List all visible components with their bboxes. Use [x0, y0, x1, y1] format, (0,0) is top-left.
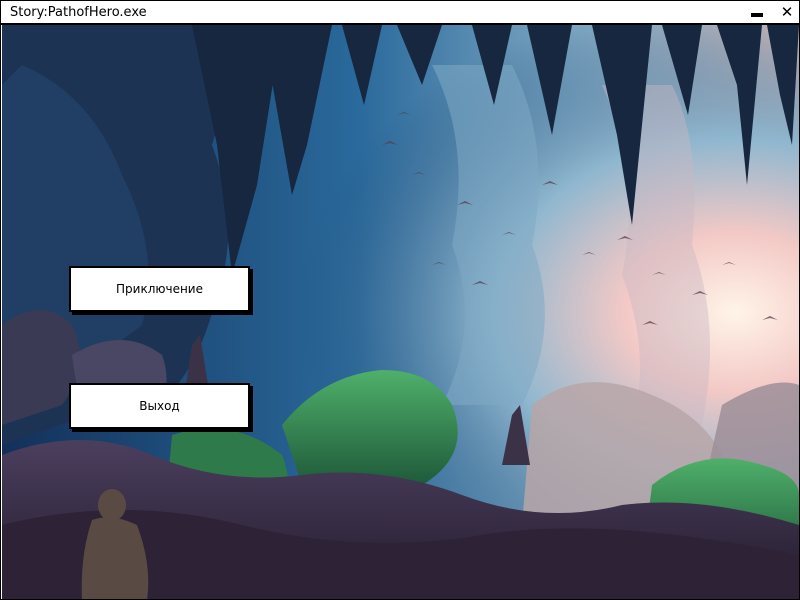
cave-illustration: [2, 25, 799, 599]
adventure-button[interactable]: Приключение: [69, 266, 250, 312]
cave-background: Приключение Выход: [2, 25, 799, 599]
window-title: Story:PathofHero.exe: [10, 5, 147, 20]
close-icon: ✕: [780, 2, 794, 21]
title-bar[interactable]: Story:PathofHero.exe ✕: [1, 1, 799, 25]
minimize-icon: [751, 13, 763, 17]
close-button[interactable]: ✕: [777, 3, 797, 21]
minimize-button[interactable]: [747, 3, 767, 21]
game-window: Story:PathofHero.exe ✕ Приключение Выход: [0, 0, 800, 600]
exit-button[interactable]: Выход: [69, 383, 250, 429]
